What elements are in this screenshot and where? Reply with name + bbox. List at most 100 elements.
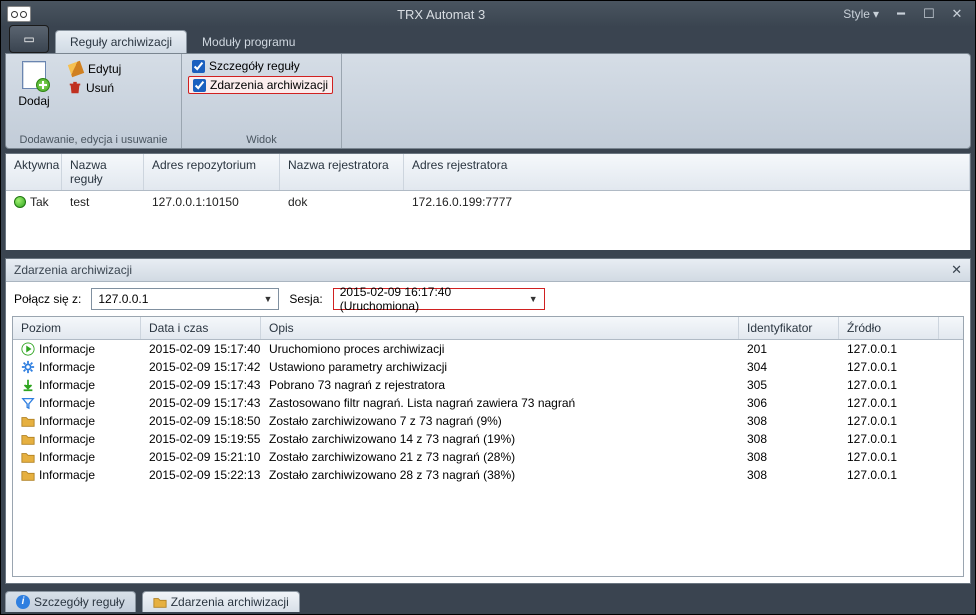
add-page-icon bbox=[18, 60, 50, 92]
events-panel-close[interactable]: ✕ bbox=[951, 262, 962, 278]
folder-icon bbox=[21, 468, 35, 482]
folder-icon bbox=[21, 432, 35, 446]
cell-ident: 308 bbox=[747, 432, 767, 446]
col-zrodlo[interactable]: Źródło bbox=[839, 317, 939, 339]
cell-czas: 2015-02-09 15:17:42 bbox=[149, 360, 260, 374]
check-label: Szczegóły reguły bbox=[209, 59, 300, 73]
col-poziom[interactable]: Poziom bbox=[13, 317, 141, 339]
cell-poziom: Informacje bbox=[39, 360, 95, 374]
cell-nazwa: test bbox=[70, 195, 89, 209]
rule-row[interactable]: Tak test 127.0.0.1:10150 dok 172.16.0.19… bbox=[6, 191, 970, 213]
gear-icon bbox=[21, 360, 35, 374]
checkbox-szczegoly[interactable] bbox=[192, 60, 205, 73]
cell-zrodlo: 127.0.0.1 bbox=[847, 378, 897, 392]
cell-poziom: Informacje bbox=[39, 432, 95, 446]
cell-zrodlo: 127.0.0.1 bbox=[847, 342, 897, 356]
chevron-down-icon: ▾ bbox=[873, 7, 879, 21]
sesja-value: 2015-02-09 16:17:40 (Uruchomiona) bbox=[340, 285, 515, 313]
col-aktywna[interactable]: Aktywna bbox=[6, 154, 62, 190]
cell-zrodlo: 127.0.0.1 bbox=[847, 450, 897, 464]
event-row[interactable]: Informacje 2015-02-09 15:19:55 Zostało zar… bbox=[13, 430, 963, 448]
cell-opis: Pobrano 73 nagrań z rejestratora bbox=[269, 378, 445, 392]
minimize-button[interactable]: ━ bbox=[889, 5, 913, 23]
filter-icon bbox=[21, 396, 35, 410]
cell-czas: 2015-02-09 15:17:40 bbox=[149, 342, 260, 356]
cell-poziom: Informacje bbox=[39, 396, 95, 410]
col-czas[interactable]: Data i czas bbox=[141, 317, 261, 339]
group-label-widok: Widok bbox=[188, 133, 335, 146]
cell-rej: dok bbox=[288, 195, 307, 209]
cell-zrodlo: 127.0.0.1 bbox=[847, 414, 897, 428]
cell-opis: Zostało zarchiwizowano 21 z 73 nagrań (2… bbox=[269, 450, 515, 464]
check-szczegoly-reguly[interactable]: Szczegóły reguły bbox=[188, 58, 304, 74]
col-ident[interactable]: Identyfikator bbox=[739, 317, 839, 339]
event-row[interactable]: Informacje2015-02-09 15:17:43Zastosowano… bbox=[13, 394, 963, 412]
cell-zrodlo: 127.0.0.1 bbox=[847, 396, 897, 410]
folder-icon bbox=[21, 414, 35, 428]
events-table[interactable]: Poziom Data i czas Opis Identyfikator Źr… bbox=[12, 316, 964, 577]
edytuj-button[interactable]: Edytuj bbox=[64, 60, 125, 78]
cell-czas: 2015-02-09 15:21:10 bbox=[149, 450, 260, 464]
cell-opis: Zastosowano filtr nagrań. Lista nagrań z… bbox=[269, 396, 575, 410]
events-panel-title: Zdarzenia archiwizacji bbox=[14, 263, 132, 277]
cell-czas: 2015-02-09 15:18:50 bbox=[149, 414, 260, 428]
maximize-button[interactable]: ☐ bbox=[917, 5, 941, 23]
col-opis[interactable]: Opis bbox=[261, 317, 739, 339]
cell-ident: 305 bbox=[747, 378, 767, 392]
close-button[interactable]: ✕ bbox=[945, 5, 969, 23]
dodaj-label: Dodaj bbox=[18, 94, 49, 108]
info-icon: i bbox=[16, 595, 30, 609]
event-row[interactable]: Informacje 2015-02-09 15:17:43 Pobrano 73 … bbox=[13, 376, 963, 394]
status-tab-szczegoly[interactable]: i Szczegóły reguły bbox=[5, 591, 136, 612]
event-row[interactable]: Informacje2015-02-09 15:21:10Zostało zar… bbox=[13, 448, 963, 466]
cell-opis: Zostało zarchiwizowano 28 z 73 nagrań (3… bbox=[269, 468, 515, 482]
cell-opis: Uruchomiono proces archiwizacji bbox=[269, 342, 444, 356]
cell-poziom: Informacje bbox=[39, 414, 95, 428]
event-row[interactable]: Informacje 2015-02-09 15:18:50 Zostało zar… bbox=[13, 412, 963, 430]
folder-icon bbox=[21, 450, 35, 464]
dodaj-button[interactable]: Dodaj bbox=[12, 58, 56, 110]
cell-ident: 304 bbox=[747, 360, 767, 374]
tab-label: Reguły archiwizacji bbox=[70, 35, 172, 49]
play-icon bbox=[21, 342, 35, 356]
down-icon bbox=[21, 378, 35, 392]
titlebar: TRX Automat 3 Style ▾ ━ ☐ ✕ bbox=[1, 1, 975, 27]
style-menu[interactable]: Style ▾ bbox=[843, 7, 879, 21]
cell-czas: 2015-02-09 15:22:13 bbox=[149, 468, 260, 482]
status-dot-icon bbox=[14, 196, 26, 208]
cell-opis: Zostało zarchiwizowano 14 z 73 nagrań (1… bbox=[269, 432, 515, 446]
tab-reguly-archiwizacji[interactable]: Reguły archiwizacji bbox=[55, 30, 187, 53]
cell-zrodlo: 127.0.0.1 bbox=[847, 360, 897, 374]
sesja-combo[interactable]: 2015-02-09 16:17:40 (Uruchomiona) ▼ bbox=[333, 288, 545, 310]
tab-moduly-programu[interactable]: Moduły programu bbox=[187, 30, 310, 53]
status-tab-label: Szczegóły reguły bbox=[34, 595, 125, 609]
cell-ident: 308 bbox=[747, 450, 767, 464]
col-adr[interactable]: Adres rejestratora bbox=[404, 154, 970, 190]
checkbox-zdarzenia[interactable] bbox=[193, 79, 206, 92]
event-row[interactable]: Informacje2015-02-09 15:17:40Uruchomiono… bbox=[13, 340, 963, 358]
cell-poziom: Informacje bbox=[39, 378, 95, 392]
usun-button[interactable]: Usuń bbox=[64, 80, 125, 96]
cell-aktywna: Tak bbox=[30, 195, 49, 209]
status-tab-label: Zdarzenia archiwizacji bbox=[171, 595, 289, 609]
cell-czas: 2015-02-09 15:17:43 bbox=[149, 378, 260, 392]
event-row[interactable]: Informacje2015-02-09 15:17:42Ustawiono p… bbox=[13, 358, 963, 376]
edytuj-label: Edytuj bbox=[88, 62, 121, 76]
event-row[interactable]: Informacje 2015-02-09 15:22:13 Zostało zar… bbox=[13, 466, 963, 484]
polacz-combo[interactable]: 127.0.0.1 ▼ bbox=[91, 288, 279, 310]
cell-poziom: Informacje bbox=[39, 468, 95, 482]
rules-grid[interactable]: Aktywna Nazwa reguły Adres repozytorium … bbox=[6, 154, 970, 250]
usun-label: Usuń bbox=[86, 81, 114, 95]
col-repo[interactable]: Adres repozytorium bbox=[144, 154, 280, 190]
col-nazwa[interactable]: Nazwa reguły bbox=[62, 154, 144, 190]
app-icon bbox=[7, 6, 31, 22]
col-rej[interactable]: Nazwa rejestratora bbox=[280, 154, 404, 190]
status-tab-zdarzenia[interactable]: Zdarzenia archiwizacji bbox=[142, 591, 300, 612]
cell-opis: Zostało zarchiwizowano 7 z 73 nagrań (9%… bbox=[269, 414, 502, 428]
cell-czas: 2015-02-09 15:19:55 bbox=[149, 432, 260, 446]
cell-zrodlo: 127.0.0.1 bbox=[847, 432, 897, 446]
app-menu-button[interactable]: ▭ bbox=[9, 25, 49, 53]
check-zdarzenia-archiwizacji[interactable]: Zdarzenia archiwizacji bbox=[188, 76, 333, 94]
chevron-down-icon: ▼ bbox=[261, 294, 274, 304]
tab-label: Moduły programu bbox=[202, 35, 295, 49]
